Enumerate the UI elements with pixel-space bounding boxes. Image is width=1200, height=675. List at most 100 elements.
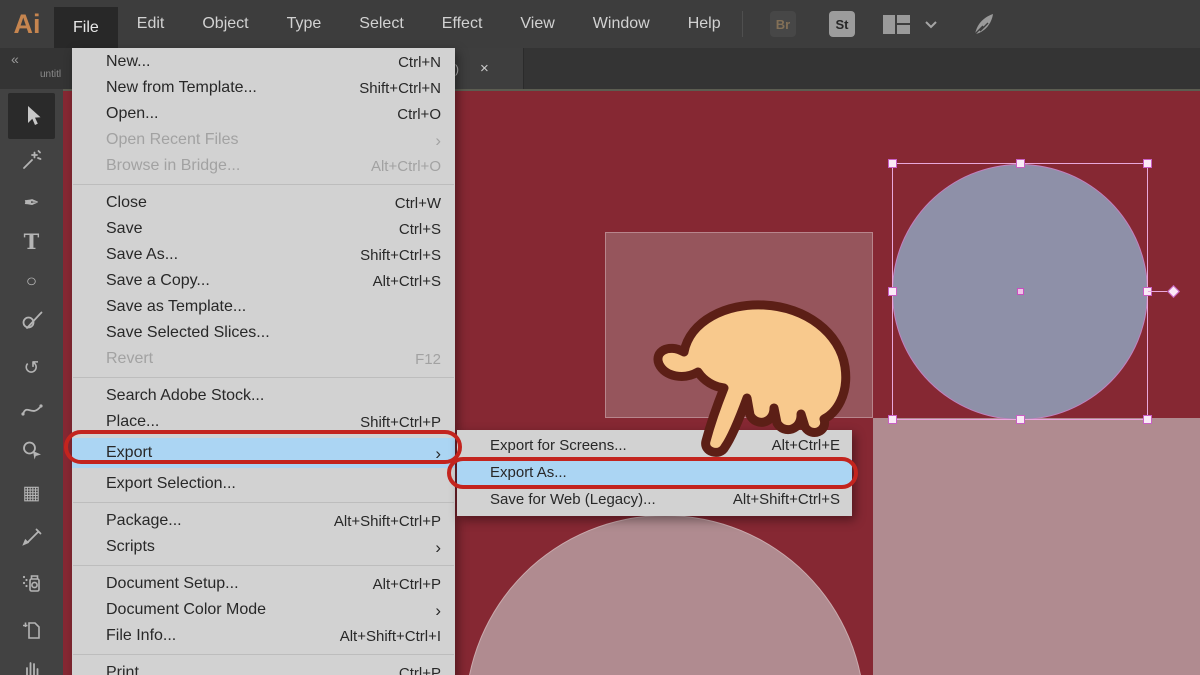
selection-handle[interactable] [1143, 415, 1152, 424]
menu-item-shortcut: Ctrl+N [398, 54, 441, 71]
pen-icon: ✒ [24, 192, 40, 215]
rotate-widget-handle[interactable] [1167, 285, 1180, 298]
menu-item-label: Document Color Mode [106, 601, 435, 619]
chevron-down-icon[interactable] [924, 20, 938, 29]
menu-separator [73, 184, 454, 185]
menu-item-label: Export for Screens... [490, 437, 772, 454]
menu-item-export[interactable]: Export › [72, 438, 455, 468]
magic-wand-tool[interactable] [8, 139, 55, 181]
selection-center-point[interactable] [1017, 288, 1024, 295]
stock-icon[interactable]: St [829, 11, 855, 37]
export-submenu: Export for Screens... Alt+Ctrl+E Export … [457, 430, 852, 516]
shaper-icon [20, 308, 44, 332]
menu-item-export-for-screens[interactable]: Export for Screens... Alt+Ctrl+E [457, 432, 852, 459]
selection-bounding-box[interactable] [892, 163, 1148, 420]
menu-item-print[interactable]: Print... Ctrl+P [72, 660, 455, 675]
menu-select[interactable]: Select [340, 0, 422, 48]
menu-item-revert[interactable]: Revert F12 [72, 346, 455, 372]
mesh-tool[interactable]: ▦ [8, 472, 55, 514]
menu-item-close[interactable]: Close Ctrl+W [72, 190, 455, 216]
menu-item-label: Export [106, 444, 435, 462]
menu-item-browse-in-bridge[interactable]: Browse in Bridge... Alt+Ctrl+O [72, 153, 455, 179]
selection-tool[interactable] [8, 93, 55, 139]
menu-item-package[interactable]: Package... Alt+Shift+Ctrl+P [72, 508, 455, 534]
menu-item-save-selected-slices[interactable]: Save Selected Slices... [72, 320, 455, 346]
menu-item-shortcut: Alt+Ctrl+P [373, 576, 441, 593]
rocket-icon[interactable] [971, 11, 997, 37]
type-tool[interactable]: T [8, 220, 55, 262]
menu-item-file-info[interactable]: File Info... Alt+Shift+Ctrl+I [72, 623, 455, 649]
selection-handle[interactable] [888, 159, 897, 168]
selection-handle[interactable] [888, 415, 897, 424]
selection-handle[interactable] [888, 287, 897, 296]
menu-item-shortcut: Alt+Ctrl+S [373, 273, 441, 290]
width-tool[interactable] [8, 389, 55, 431]
selection-handle[interactable] [1016, 159, 1025, 168]
menu-type[interactable]: Type [268, 0, 341, 48]
menu-item-new[interactable]: New... Ctrl+N [72, 49, 455, 75]
hand-tool[interactable] [8, 645, 55, 675]
menu-item-export-selection[interactable]: Export Selection... [72, 471, 455, 497]
menu-item-label: Save as Template... [106, 298, 441, 316]
menu-item-label: Scripts [106, 538, 435, 556]
menu-item-search-adobe-stock[interactable]: Search Adobe Stock... [72, 383, 455, 409]
workspace-layout-icon[interactable] [883, 15, 911, 34]
shape-tool[interactable]: ○ [8, 261, 55, 303]
symbol-sprayer-tool[interactable] [8, 562, 55, 604]
submenu-arrow-icon: › [435, 132, 441, 149]
menu-bar: Ai File Edit Object Type Select Effect V… [0, 0, 1200, 48]
menu-item-open[interactable]: Open... Ctrl+O [72, 101, 455, 127]
menubar-right-icons: Br St [742, 0, 997, 48]
menu-item-open-recent-files[interactable]: Open Recent Files › [72, 127, 455, 153]
menu-item-save-as-template[interactable]: Save as Template... [72, 294, 455, 320]
menu-item-shortcut: Ctrl+P [399, 665, 441, 675]
menu-item-save-a-copy[interactable]: Save a Copy... Alt+Ctrl+S [72, 268, 455, 294]
bridge-icon[interactable]: Br [770, 11, 796, 37]
artwork-pink-panel[interactable] [873, 418, 1200, 675]
menu-item-label: Export Selection... [106, 475, 441, 493]
menu-file[interactable]: File [54, 7, 118, 48]
menu-item-export-as[interactable]: Export As... [457, 459, 852, 486]
menu-item-scripts[interactable]: Scripts › [72, 534, 455, 560]
menu-item-shortcut: F12 [415, 351, 441, 368]
menu-item-shortcut: Shift+Ctrl+N [359, 80, 441, 97]
menu-item-label: Document Setup... [106, 575, 373, 593]
artwork-rectangle[interactable] [605, 232, 873, 418]
menu-window[interactable]: Window [574, 0, 669, 48]
menu-view[interactable]: View [501, 0, 573, 48]
eyedropper-tool[interactable] [8, 517, 55, 559]
ellipse-icon: ○ [26, 272, 37, 292]
menu-item-new-from-template[interactable]: New from Template... Shift+Ctrl+N [72, 75, 455, 101]
menu-item-shortcut: Shift+Ctrl+P [360, 414, 441, 431]
menu-item-document-color-mode[interactable]: Document Color Mode › [72, 597, 455, 623]
menu-effect[interactable]: Effect [423, 0, 502, 48]
selection-handle[interactable] [1143, 159, 1152, 168]
rotate-tool[interactable]: ↺ [8, 347, 55, 389]
menu-item-shortcut: Alt+Ctrl+O [371, 158, 441, 175]
menu-item-label: Place... [106, 413, 360, 431]
menu-item-place[interactable]: Place... Shift+Ctrl+P [72, 409, 455, 435]
menu-edit[interactable]: Edit [118, 0, 184, 48]
menu-item-shortcut: Alt+Shift+Ctrl+S [733, 491, 840, 508]
menu-item-shortcut: Alt+Shift+Ctrl+P [334, 513, 441, 530]
shape-builder-tool[interactable] [8, 429, 55, 471]
menu-item-save-as[interactable]: Save As... Shift+Ctrl+S [72, 242, 455, 268]
menu-separator [73, 654, 454, 655]
selection-handle[interactable] [1016, 415, 1025, 424]
menu-item-label: Save Selected Slices... [106, 324, 441, 342]
tab-close-icon[interactable]: × [480, 60, 489, 77]
document-tab[interactable]: ) × [448, 48, 524, 89]
pen-tool[interactable]: ✒ [8, 182, 55, 224]
collapse-panel-icon[interactable]: « [11, 51, 18, 67]
hand-icon [20, 653, 44, 675]
shaper-tool[interactable] [8, 299, 55, 341]
menu-item-document-setup[interactable]: Document Setup... Alt+Ctrl+P [72, 571, 455, 597]
menu-help[interactable]: Help [669, 0, 740, 48]
artwork-pink-circle[interactable] [465, 515, 865, 675]
menu-item-save-for-web-legacy[interactable]: Save for Web (Legacy)... Alt+Shift+Ctrl+… [457, 486, 852, 513]
menu-item-save[interactable]: Save Ctrl+S [72, 216, 455, 242]
menu-object[interactable]: Object [183, 0, 267, 48]
menubar-divider [742, 11, 743, 37]
menu-item-label: New... [106, 53, 398, 71]
menu-item-label: Print... [106, 664, 399, 675]
